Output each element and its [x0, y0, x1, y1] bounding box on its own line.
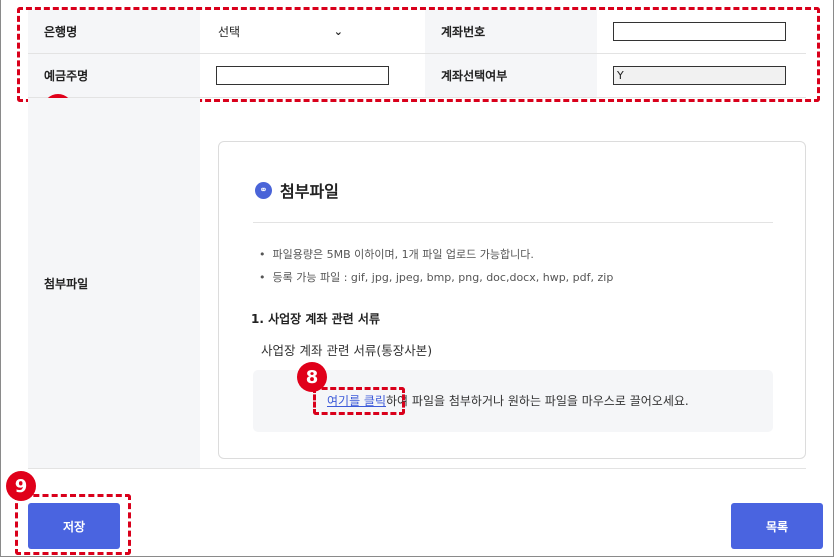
attachment-card: ⚭ 첨부파일 • 파일용량은 5MB 이하이며, 1개 파일 업로드 가능합니다…: [218, 141, 806, 459]
attachment-card-title-text: 첨부파일: [280, 182, 339, 201]
info-file-types: • 등록 가능 파일 : gif, jpg, jpeg, bmp, png, d…: [259, 269, 613, 285]
annotation-box-8: [313, 387, 405, 415]
attachment-row-label: 첨부파일: [28, 98, 200, 468]
annotation-box-9: [15, 494, 131, 555]
annotation-badge-9: 9: [6, 471, 36, 501]
info-file-size: • 파일용량은 5MB 이하이며, 1개 파일 업로드 가능합니다.: [259, 246, 534, 262]
row-divider: [28, 468, 806, 469]
list-button[interactable]: 목록: [731, 503, 823, 549]
bullet-icon: •: [259, 248, 273, 261]
bullet-icon: •: [259, 271, 273, 284]
document-name: 사업장 계좌 관련 서류(통장사본): [261, 343, 433, 358]
annotation-badge-8: 8: [297, 362, 327, 392]
paperclip-icon: ⚭: [255, 181, 272, 199]
card-divider: [253, 222, 773, 223]
document-section-title: 1. 사업장 계좌 관련 서류: [251, 312, 380, 326]
info-file-size-text: 파일용량은 5MB 이하이며, 1개 파일 업로드 가능합니다.: [272, 248, 534, 261]
info-file-types-text: 등록 가능 파일 : gif, jpg, jpeg, bmp, png, doc…: [272, 271, 614, 284]
attachment-card-title: ⚭ 첨부파일: [255, 178, 339, 202]
drop-zone-instructions: 하여 파일을 첨부하거나 원하는 파일을 마우스로 끌어오세요.: [386, 394, 689, 408]
annotation-box-7: [17, 7, 820, 102]
